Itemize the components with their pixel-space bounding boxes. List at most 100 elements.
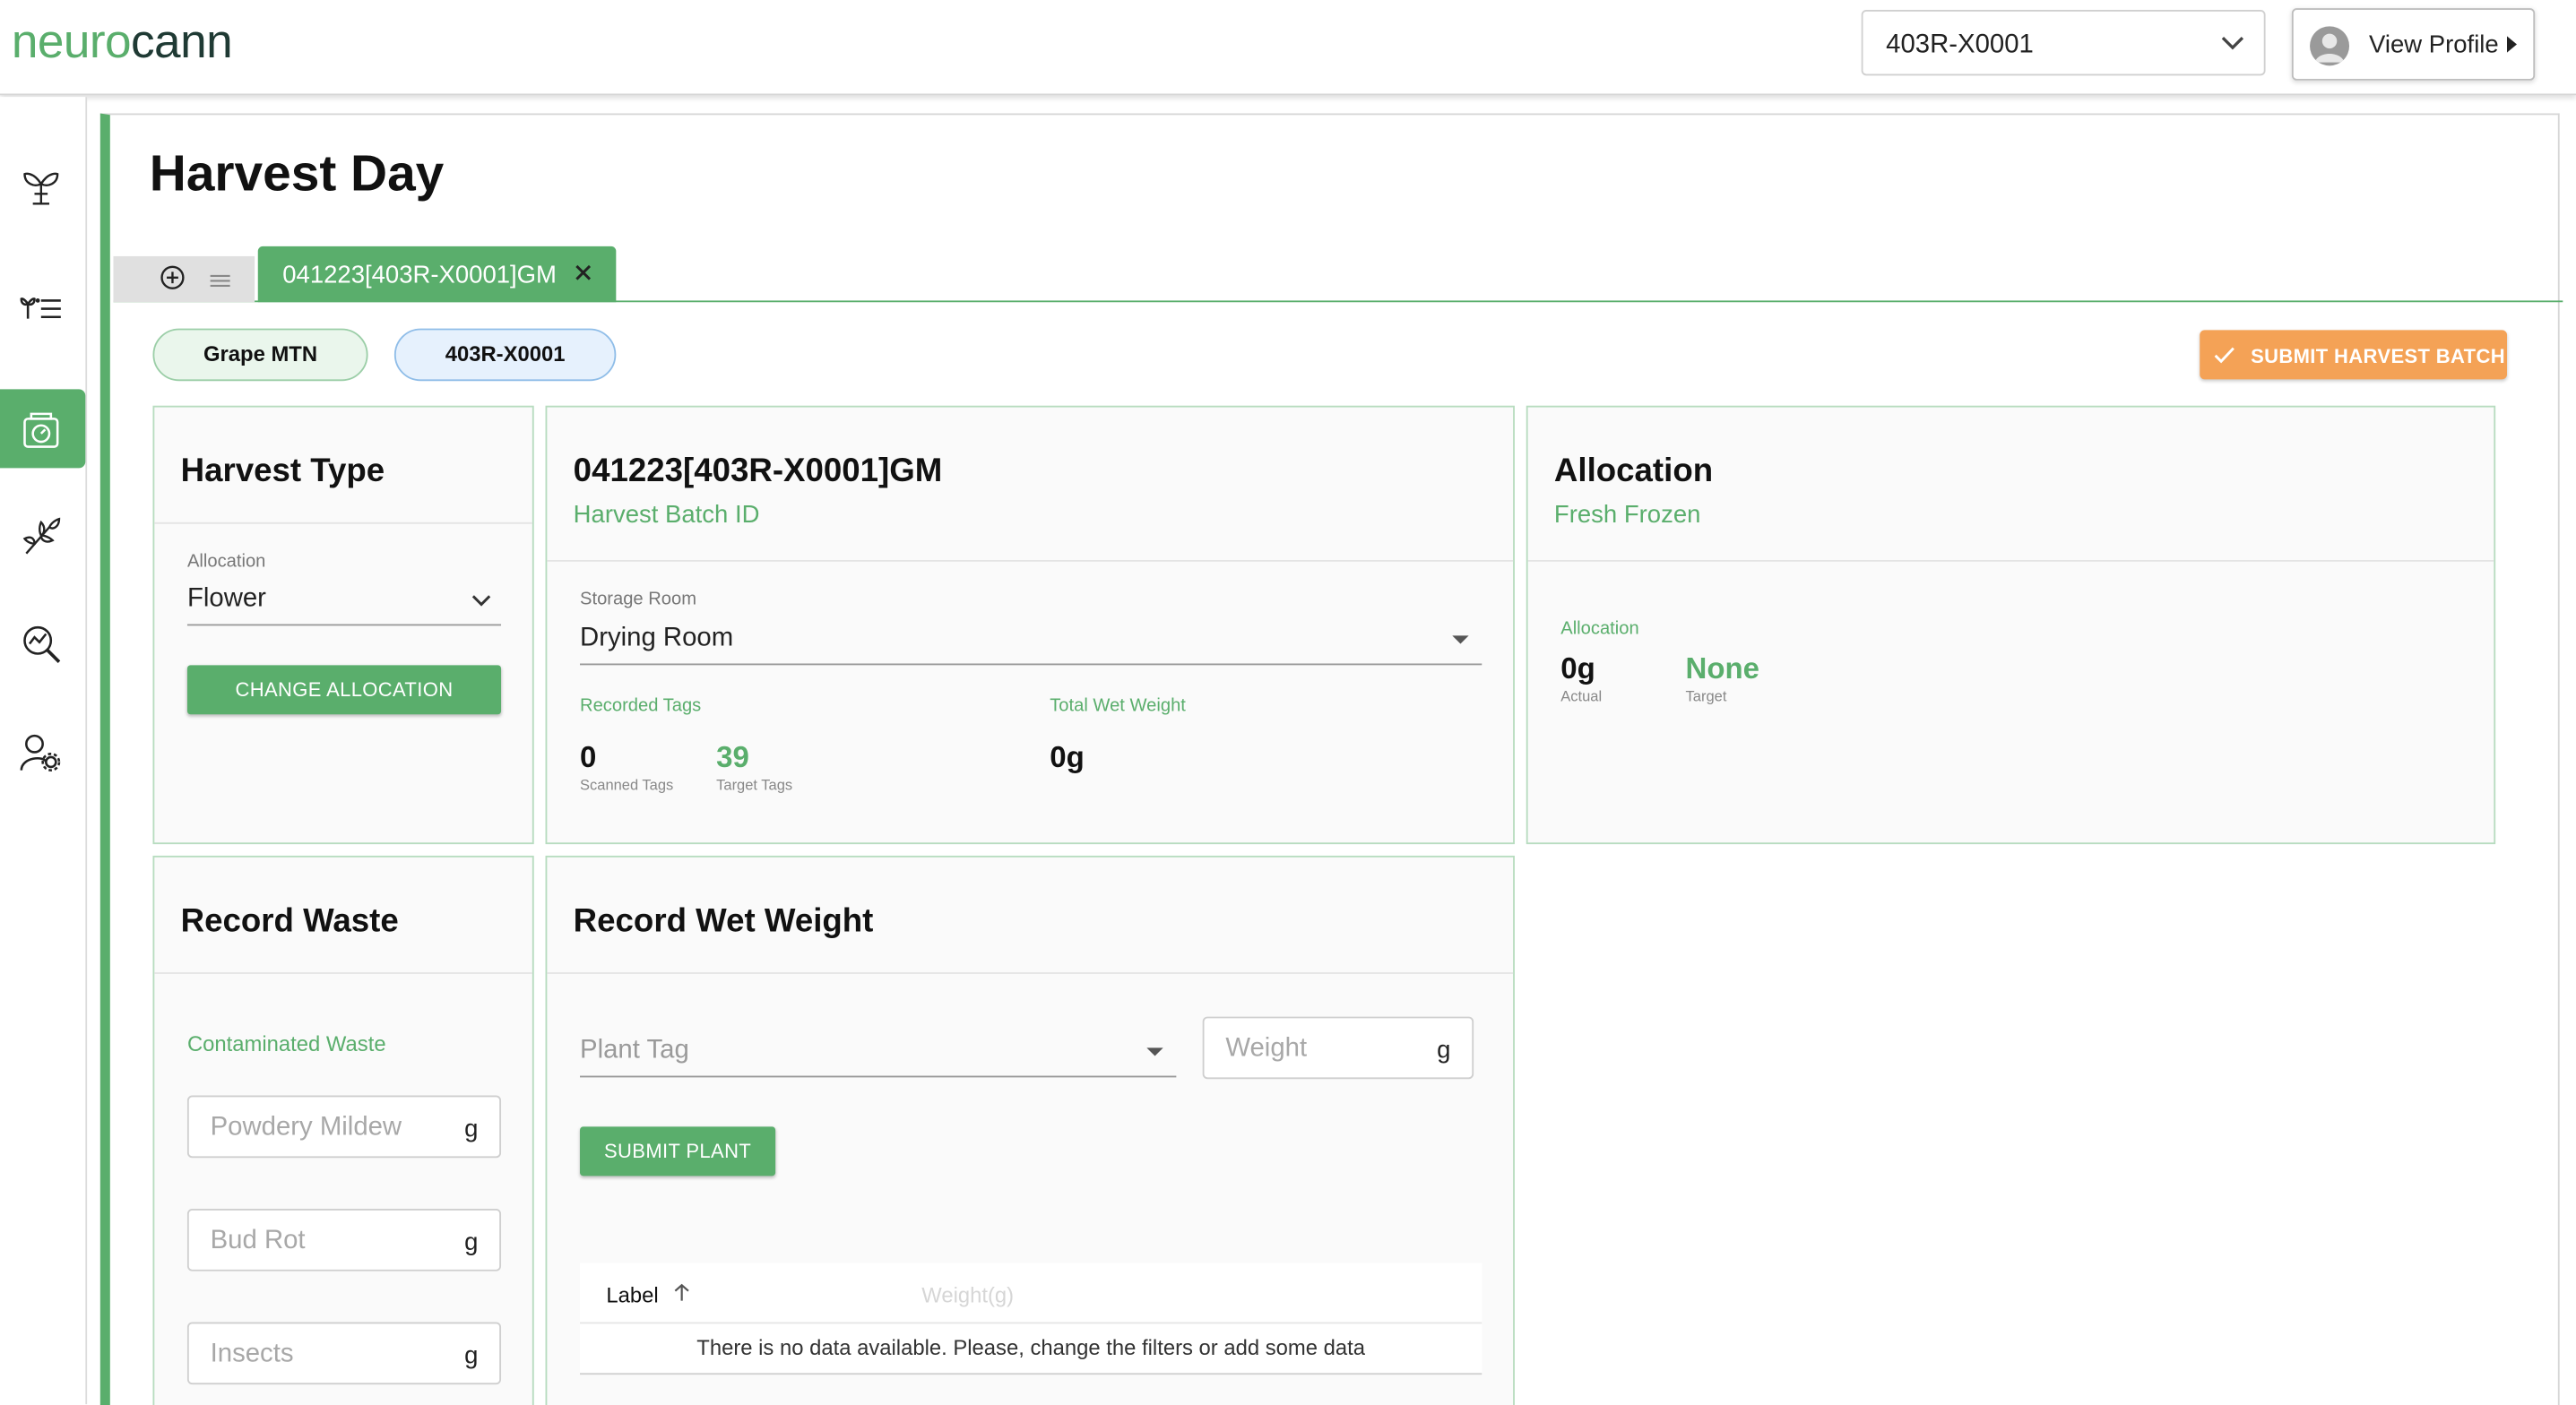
strain-chip[interactable]: Grape MTN <box>152 328 368 382</box>
bed-select-value: 403R-X0001 <box>1886 30 2034 59</box>
powdery-mildew-unit: g <box>464 1115 479 1143</box>
batch-header: 041223[403R-X0001]GM Harvest Batch ID <box>547 408 1514 562</box>
recorded-tags-label: Recorded Tags <box>580 696 702 717</box>
sidebar-item-plant-list[interactable] <box>0 266 85 345</box>
column-header-label[interactable]: Label <box>606 1282 658 1306</box>
bud-rot-input[interactable]: Bud Rot g <box>186 1209 502 1271</box>
allocation-header: Allocation Fresh Frozen <box>1527 408 2494 562</box>
sidebar-item-analytics[interactable] <box>0 603 85 682</box>
total-wet-weight-value: 0g <box>1050 740 1085 774</box>
weight-unit: g <box>1437 1036 1451 1065</box>
scanned-tags-label: Scanned Tags <box>580 776 674 794</box>
app-root: neurocann 403R-X0001 View Profile Harves… <box>0 0 2576 1405</box>
harvest-type-card: Harvest Type Allocation Flower CHANGE AL… <box>152 405 534 845</box>
triangle-down-icon <box>1452 635 1469 644</box>
triangle-down-icon <box>1146 1047 1163 1056</box>
allocation-title: Allocation <box>1553 453 1714 490</box>
tab-controls <box>113 255 255 303</box>
user-settings-icon <box>20 734 61 771</box>
brand-logo[interactable]: neurocann <box>11 16 233 70</box>
storage-room-label: Storage Room <box>580 590 697 610</box>
batch-id-title: 041223[403R-X0001]GM <box>573 453 943 490</box>
storage-room-select[interactable]: Drying Room <box>580 615 1482 666</box>
plant-list-icon <box>20 297 61 319</box>
submit-harvest-batch-label: SUBMIT HARVEST BATCH <box>2251 344 2505 368</box>
plants-icon <box>23 172 59 205</box>
allocation-subtitle: Fresh Frozen <box>1553 501 1701 530</box>
plant-tag-placeholder: Plant Tag <box>580 1036 689 1065</box>
weight-placeholder: Weight <box>1225 1034 1308 1063</box>
harvest-type-title: Harvest Type <box>180 453 385 490</box>
main-panel: Harvest Day 041223[403R-X0001]GM Grape M… <box>99 113 2563 1405</box>
scanned-tags-value: 0 <box>580 740 597 774</box>
record-wet-weight-title: Record Wet Weight <box>573 903 874 940</box>
column-header-weight[interactable]: Weight(g) <box>921 1282 1014 1306</box>
avatar-icon <box>2310 26 2350 66</box>
allocation-select-value: Flower <box>186 584 266 613</box>
allocation-actual-value: 0g <box>1560 651 1595 685</box>
harvest-icon <box>22 517 61 555</box>
page-title: Harvest Day <box>149 144 445 203</box>
wet-weight-table: Label Weight(g) There is no data availab… <box>580 1263 1482 1375</box>
allocation-label: Allocation <box>186 551 266 572</box>
table-header-divider <box>580 1322 1482 1324</box>
submit-plant-button[interactable]: SUBMIT PLANT <box>580 1126 776 1177</box>
scale-icon <box>23 412 59 448</box>
check-icon <box>2214 347 2235 364</box>
sort-arrow-up-icon[interactable] <box>672 1282 692 1302</box>
record-wet-weight-card: Record Wet Weight Plant Tag Weight g SUB… <box>545 855 1515 1405</box>
chevron-down-icon <box>471 595 491 607</box>
record-wet-weight-header: Record Wet Weight <box>547 858 1514 974</box>
target-tags-value: 39 <box>716 740 749 774</box>
plant-tag-select[interactable]: Plant Tag <box>580 1027 1177 1078</box>
sidebar-item-scale[interactable] <box>0 389 86 469</box>
bud-rot-placeholder: Bud Rot <box>210 1227 306 1255</box>
view-profile-label: View Profile <box>2369 30 2499 59</box>
record-waste-card: Record Waste Contaminated Waste Powdery … <box>152 855 534 1405</box>
bud-rot-unit: g <box>464 1228 479 1257</box>
close-icon[interactable] <box>574 263 593 282</box>
insects-placeholder: Insects <box>210 1340 294 1368</box>
sidebar-item-harvest[interactable] <box>0 495 85 573</box>
insects-input[interactable]: Insects g <box>186 1322 502 1385</box>
contaminated-waste-label: Contaminated Waste <box>186 1031 386 1056</box>
sidebar <box>0 97 88 1405</box>
allocation-card: Allocation Fresh Frozen Allocation 0g Ac… <box>1526 405 2496 845</box>
view-profile-button[interactable]: View Profile <box>2291 8 2536 81</box>
insects-unit: g <box>464 1341 479 1370</box>
harvest-type-header: Harvest Type <box>154 408 532 524</box>
sidebar-item-plants[interactable] <box>0 144 85 223</box>
add-tab-icon[interactable] <box>160 264 186 290</box>
logo-part-neuro: neuro <box>11 16 132 69</box>
powdery-mildew-input[interactable]: Powdery Mildew g <box>186 1095 502 1159</box>
tab-batch-label: 041223[403R-X0001]GM <box>282 261 557 289</box>
change-allocation-button[interactable]: CHANGE ALLOCATION <box>186 665 502 715</box>
chevron-down-icon <box>2221 36 2244 50</box>
caret-right-icon <box>2507 36 2518 53</box>
tab-batch[interactable]: 041223[403R-X0001]GM <box>257 246 617 303</box>
total-wet-weight-label: Total Wet Weight <box>1050 696 1186 717</box>
allocation-actual-label: Actual <box>1560 687 1603 705</box>
logo-part-cann: cann <box>131 16 233 69</box>
record-waste-title: Record Waste <box>180 903 399 940</box>
target-tags-label: Target Tags <box>716 776 793 794</box>
table-empty-message: There is no data available. Please, chan… <box>696 1335 1365 1360</box>
batch-card: 041223[403R-X0001]GM Harvest Batch ID St… <box>545 405 1515 845</box>
allocation-stat-label: Allocation <box>1560 619 1639 639</box>
allocation-target-label: Target <box>1685 687 1727 705</box>
weight-input[interactable]: Weight g <box>1202 1016 1474 1080</box>
bed-select[interactable]: 403R-X0001 <box>1861 9 2266 76</box>
powdery-mildew-placeholder: Powdery Mildew <box>210 1113 402 1142</box>
submit-harvest-batch-button[interactable]: SUBMIT HARVEST BATCH <box>2200 330 2508 380</box>
sidebar-item-user-settings[interactable] <box>0 711 85 790</box>
allocation-select[interactable]: Flower <box>186 575 502 626</box>
top-bar: neurocann 403R-X0001 View Profile <box>0 0 2576 96</box>
bed-chip[interactable]: 403R-X0001 <box>393 328 617 382</box>
tab-menu-icon[interactable] <box>209 272 232 289</box>
batch-id-subtitle: Harvest Batch ID <box>573 501 760 530</box>
analytics-search-icon <box>23 625 61 663</box>
record-waste-header: Record Waste <box>154 858 532 974</box>
allocation-target-value: None <box>1685 651 1760 685</box>
storage-room-value: Drying Room <box>580 624 734 652</box>
tab-bar: 041223[403R-X0001]GM <box>113 246 2563 303</box>
